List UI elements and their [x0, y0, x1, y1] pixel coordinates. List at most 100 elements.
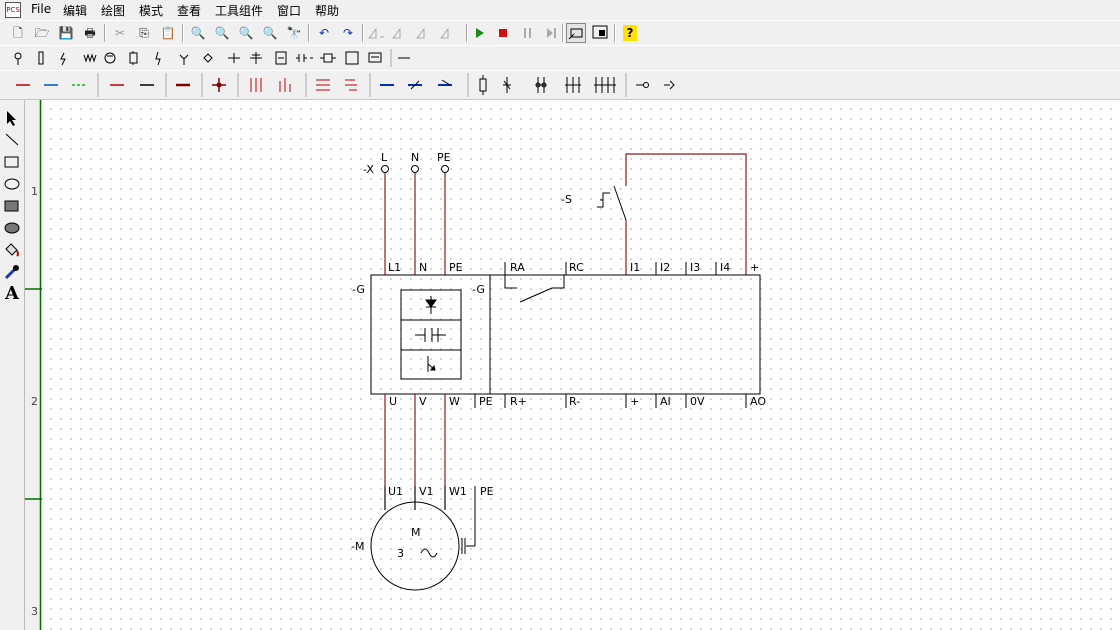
run-icon[interactable] [476, 28, 484, 38]
drive-terminal-r-plus: R+ [510, 395, 527, 408]
zoom-in-icon[interactable]: 🔍 [188, 23, 208, 43]
supply-wires[interactable] [384, 173, 446, 275]
drive-terminal-0v: 0V [690, 395, 705, 408]
toolbar-separator [182, 24, 184, 42]
terminal-l-label: L [381, 151, 388, 164]
filled-ellipse-tool-icon[interactable] [2, 218, 22, 238]
motor-m[interactable]: U1 V1 W1 PE -M M 3 [351, 485, 494, 591]
menu-edit[interactable]: 编辑 [63, 2, 87, 19]
toolbar-separator [614, 24, 616, 42]
capacitor-icon [415, 328, 446, 342]
simulation-controls [476, 28, 556, 38]
drawing-canvas[interactable]: -X L N PE -S -G -G L1 N PE RA RC I1 I2 I… [42, 100, 1120, 630]
drive-terminal-u: U [389, 395, 397, 408]
copy-icon[interactable]: ⎘ [134, 23, 154, 43]
drawing-tools-palette: A [0, 104, 24, 630]
line-tool-icon[interactable] [2, 130, 22, 150]
paste-icon[interactable]: 📋 [158, 23, 178, 43]
filled-rectangle-tool-icon[interactable] [2, 196, 22, 216]
color-picker-icon[interactable] [2, 262, 22, 282]
text-tool-icon[interactable]: A [2, 284, 22, 304]
menu-bar: PCS File 编辑 绘图 模式 查看 工具组件 窗口 帮助 [0, 0, 1120, 20]
component-symbol-icons[interactable] [6, 49, 416, 67]
drive-terminal-plus-bottom: + [630, 395, 639, 408]
terminal-block-x[interactable]: -X L N PE [363, 151, 451, 176]
drive-terminal-i2: I2 [660, 261, 670, 274]
menu-view[interactable]: 查看 [177, 2, 201, 19]
fill-bucket-icon[interactable] [2, 240, 22, 260]
drive-terminal-i3: I3 [690, 261, 700, 274]
drive-terminal-plus-top: + [750, 261, 759, 274]
terminal-n-label: N [411, 151, 419, 164]
find-icon[interactable]: 🔭 [284, 23, 304, 43]
switch-s[interactable]: -S [561, 153, 747, 275]
print-icon[interactable]: 🖶 [80, 23, 100, 43]
ruler-row-2: 2 [31, 395, 38, 408]
drive-terminal-ai: AI [660, 395, 671, 408]
drive-terminal-ao: AO [750, 395, 766, 408]
schematic-diagram: -X L N PE -S -G -G L1 N PE RA RC I1 I2 I… [351, 151, 766, 591]
terminal-x-ref: -X [363, 163, 374, 176]
drive-terminal-r-minus: R- [569, 395, 580, 408]
zoom-fit-icon[interactable]: 🔍 [236, 23, 256, 43]
ruler-row-3: 3 [31, 605, 38, 618]
align-tools-icon[interactable] [366, 25, 462, 41]
stop-icon[interactable] [499, 29, 507, 37]
app-icon[interactable]: PCS [5, 2, 21, 18]
main-toolbar: 🗋 🗁 💾 🖶 ✂ ⎘ 📋 🔍 🔍 🔍 🔍 🔭 ↶ ↷ ? [0, 20, 1120, 46]
pause-icon[interactable] [524, 28, 531, 38]
cut-icon[interactable]: ✂ [110, 23, 130, 43]
drive-inner-ref: -G [472, 283, 485, 296]
drive-terminal-n: N [419, 261, 427, 274]
drive-terminal-rc: RC [569, 261, 584, 274]
menu-tools[interactable]: 工具组件 [215, 2, 263, 19]
zoom-area-icon[interactable]: 🔍 [260, 23, 280, 43]
terminal-l-connector[interactable] [381, 165, 389, 173]
help-icon[interactable]: ? [623, 25, 637, 41]
step-icon[interactable] [547, 28, 556, 38]
toolbar-separator [466, 24, 468, 42]
motor-terminal-w1: W1 [449, 485, 467, 498]
toolbar-separator [104, 24, 106, 42]
transistor-icon [427, 356, 436, 372]
frequency-drive-g[interactable]: -G -G L1 N PE RA RC I1 I2 I3 I4 + U V W … [352, 261, 766, 408]
rectifier-icon [425, 296, 437, 314]
ruler-lines [25, 100, 42, 630]
zoom-out-icon[interactable]: 🔍 [212, 23, 232, 43]
undo-icon[interactable]: ↶ [314, 23, 334, 43]
wire-style-icons[interactable] [6, 73, 686, 97]
menu-draw[interactable]: 绘图 [101, 2, 125, 19]
menu-help[interactable]: 帮助 [315, 2, 339, 19]
toolbar-separator [362, 24, 364, 42]
toolbar-separator [562, 24, 564, 42]
drive-terminal-l1: L1 [388, 261, 401, 274]
redo-icon[interactable]: ↷ [338, 23, 358, 43]
ellipse-tool-icon[interactable] [2, 174, 22, 194]
ac-symbol-icon [420, 548, 438, 558]
open-file-icon[interactable]: 🗁 [32, 23, 52, 43]
wire-toolbar [0, 70, 1120, 100]
drive-terminal-ra: RA [510, 261, 525, 274]
save-icon[interactable]: 💾 [56, 23, 76, 43]
motor-terminal-u1: U1 [388, 485, 403, 498]
switch-s-ref: -S [561, 193, 572, 206]
drive-terminal-pe-bottom: PE [479, 395, 493, 408]
menu-file[interactable]: File [31, 2, 51, 16]
tile-windows-icon[interactable] [590, 23, 610, 43]
menu-window[interactable]: 窗口 [277, 2, 301, 19]
menu-mode[interactable]: 模式 [139, 2, 163, 19]
ruler-row-1: 1 [31, 185, 38, 198]
select-arrow-icon[interactable] [2, 108, 22, 128]
terminal-n-connector[interactable] [411, 165, 419, 173]
window-view-icon[interactable] [566, 23, 586, 43]
drive-terminal-i1: I1 [630, 261, 640, 274]
drive-terminal-v: V [419, 395, 427, 408]
new-file-icon[interactable]: 🗋 [8, 23, 28, 43]
motor-ref: -M [351, 540, 364, 553]
component-toolbar [0, 45, 1120, 71]
drive-terminal-i4: I4 [720, 261, 730, 274]
terminal-pe-connector[interactable] [441, 165, 449, 173]
terminal-pe-label: PE [437, 151, 451, 164]
rectangle-tool-icon[interactable] [2, 152, 22, 172]
motor-phases: 3 [397, 547, 404, 560]
